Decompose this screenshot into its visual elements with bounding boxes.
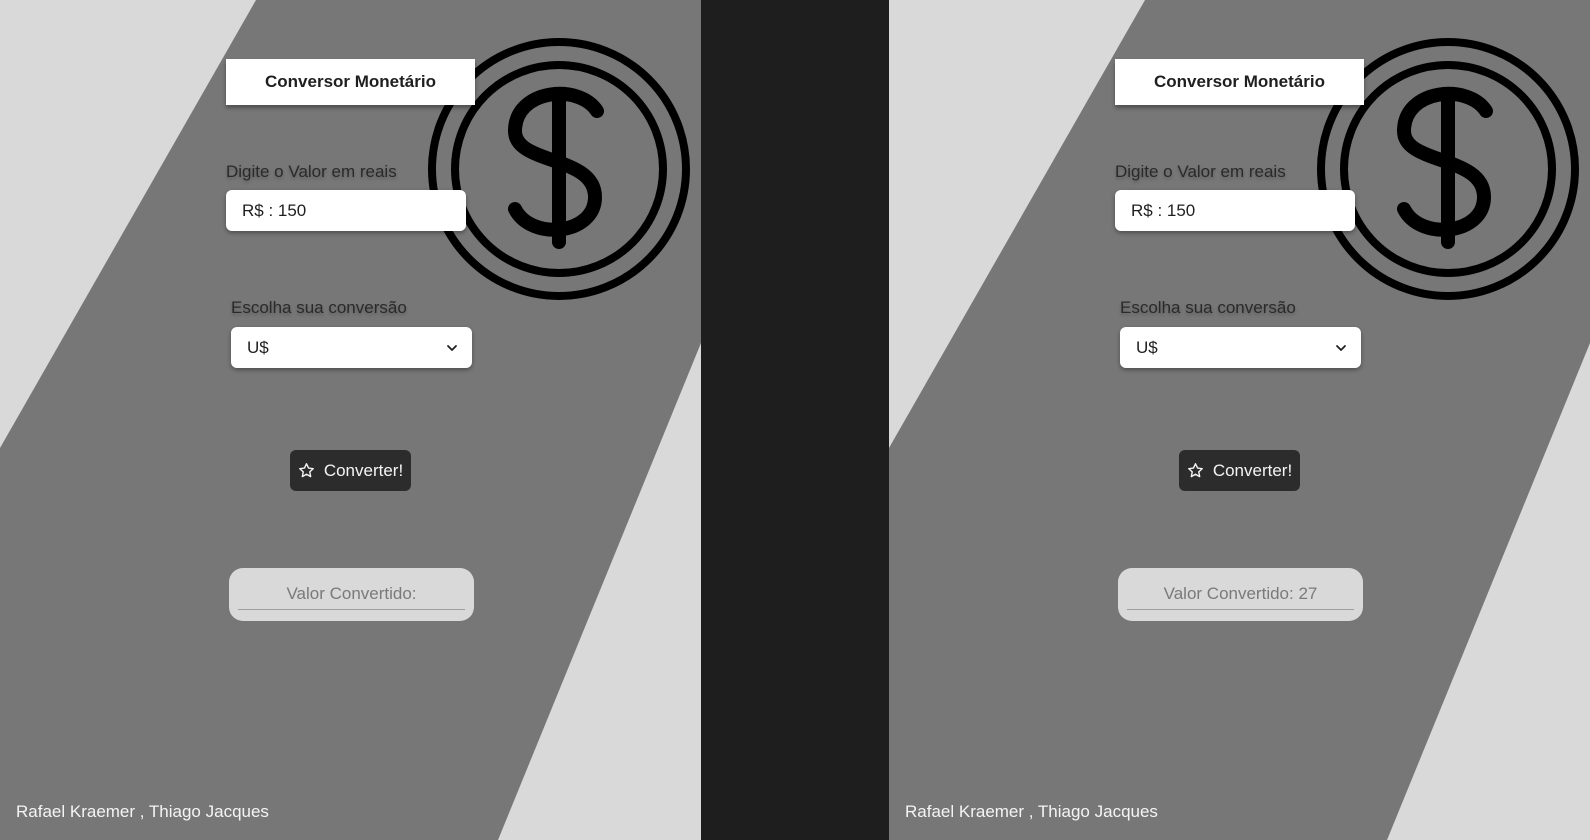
amount-input[interactable]: R$ : 150 xyxy=(1115,190,1355,231)
amount-input[interactable]: R$ : 150 xyxy=(226,190,466,231)
screen-after-conversion: Conversor Monetário Digite o Valor em re… xyxy=(889,0,1590,840)
result-field: Valor Convertido: xyxy=(229,568,474,621)
result-text: Valor Convertido: 27 xyxy=(1163,584,1318,603)
star-icon xyxy=(1187,462,1204,479)
conversion-select[interactable]: U$ xyxy=(231,327,472,368)
result-text: Valor Convertido: xyxy=(286,584,417,603)
conversion-label: Escolha sua conversão xyxy=(1120,298,1296,317)
result-field: Valor Convertido: 27 xyxy=(1118,568,1363,621)
convert-button[interactable]: Converter! xyxy=(1179,450,1300,491)
app-title: Conversor Monetário xyxy=(1115,59,1364,105)
star-icon xyxy=(298,462,315,479)
app-title: Conversor Monetário xyxy=(226,59,475,105)
conversion-selected-value: U$ xyxy=(1136,337,1158,357)
conversion-select[interactable]: U$ xyxy=(1120,327,1361,368)
chevron-down-icon xyxy=(446,342,458,354)
amount-label: Digite o Valor em reais xyxy=(1115,162,1286,181)
conversion-selected-value: U$ xyxy=(247,337,269,357)
convert-button[interactable]: Converter! xyxy=(290,450,411,491)
result-underline xyxy=(1127,609,1354,610)
convert-button-label: Converter! xyxy=(323,460,404,480)
conversion-label: Escolha sua conversão xyxy=(231,298,407,317)
footer-authors: Rafael Kraemer , Thiago Jacques xyxy=(16,802,269,821)
chevron-down-icon xyxy=(1335,342,1347,354)
footer-authors: Rafael Kraemer , Thiago Jacques xyxy=(905,802,1158,821)
result-underline xyxy=(238,609,465,610)
amount-label: Digite o Valor em reais xyxy=(226,162,397,181)
screen-before-conversion: Conversor Monetário Digite o Valor em re… xyxy=(0,0,701,840)
convert-button-label: Converter! xyxy=(1212,460,1293,480)
